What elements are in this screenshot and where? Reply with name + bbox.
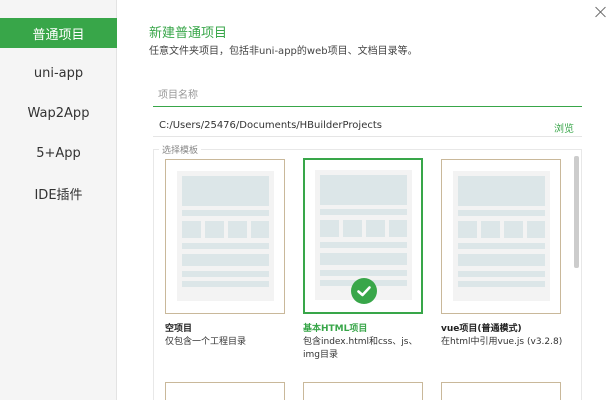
page-title: 新建普通项目 xyxy=(149,26,228,41)
template-card-partial[interactable] xyxy=(303,382,423,400)
template-card-title: 空项目 xyxy=(165,324,193,334)
sidebar-item-normal-project[interactable]: 普通项目 xyxy=(0,18,117,48)
template-card-description: 包含index.html和css、js、img目录 xyxy=(303,337,418,360)
template-group-label: 选择模板 xyxy=(159,143,202,156)
template-card-description: 仅包含一个工程目录 xyxy=(165,337,247,347)
template-card-description: 在html中引用vue.js (v3.2.8) xyxy=(441,337,563,347)
template-card-empty[interactable] xyxy=(165,159,285,314)
sidebar-item-uni-app[interactable]: uni-app xyxy=(0,58,117,88)
sidebar: 普通项目 uni-app Wap2App 5+App IDE插件 xyxy=(0,0,117,400)
sidebar-item-5plus-app[interactable]: 5+App xyxy=(0,138,117,168)
template-card-basic-html[interactable] xyxy=(303,158,423,314)
browse-button[interactable]: 浏览 xyxy=(554,120,574,135)
template-card-vue[interactable] xyxy=(441,159,561,314)
project-path-value: C:/Users/25476/Documents/HBuilderProject… xyxy=(159,120,382,131)
sidebar-item-wap2app[interactable]: Wap2App xyxy=(0,98,117,128)
sidebar-item-label: 5+App xyxy=(36,145,81,161)
template-scrollbar[interactable] xyxy=(574,156,579,268)
sidebar-item-label: Wap2App xyxy=(27,105,90,121)
template-card-partial[interactable] xyxy=(165,382,285,400)
sidebar-item-ide-plugin[interactable]: IDE插件 xyxy=(0,178,117,208)
selected-check-icon xyxy=(351,278,377,304)
sidebar-item-label: 普通项目 xyxy=(32,27,85,43)
page-subtitle: 任意文件夹项目，包括非uni-app的web项目、文档目录等。 xyxy=(149,46,418,57)
template-card-title: vue项目(普通模式) xyxy=(441,324,522,334)
template-thumbnail xyxy=(177,171,274,301)
template-card-partial[interactable] xyxy=(441,382,561,400)
sidebar-item-label: uni-app xyxy=(33,65,84,81)
template-card-title: 基本HTML项目 xyxy=(303,324,368,334)
close-icon[interactable] xyxy=(593,4,609,20)
project-path-field[interactable]: C:/Users/25476/Documents/HBuilderProject… xyxy=(153,115,582,137)
sidebar-item-label: IDE插件 xyxy=(34,187,83,203)
project-name-input[interactable] xyxy=(153,84,582,107)
template-thumbnail xyxy=(453,171,550,301)
